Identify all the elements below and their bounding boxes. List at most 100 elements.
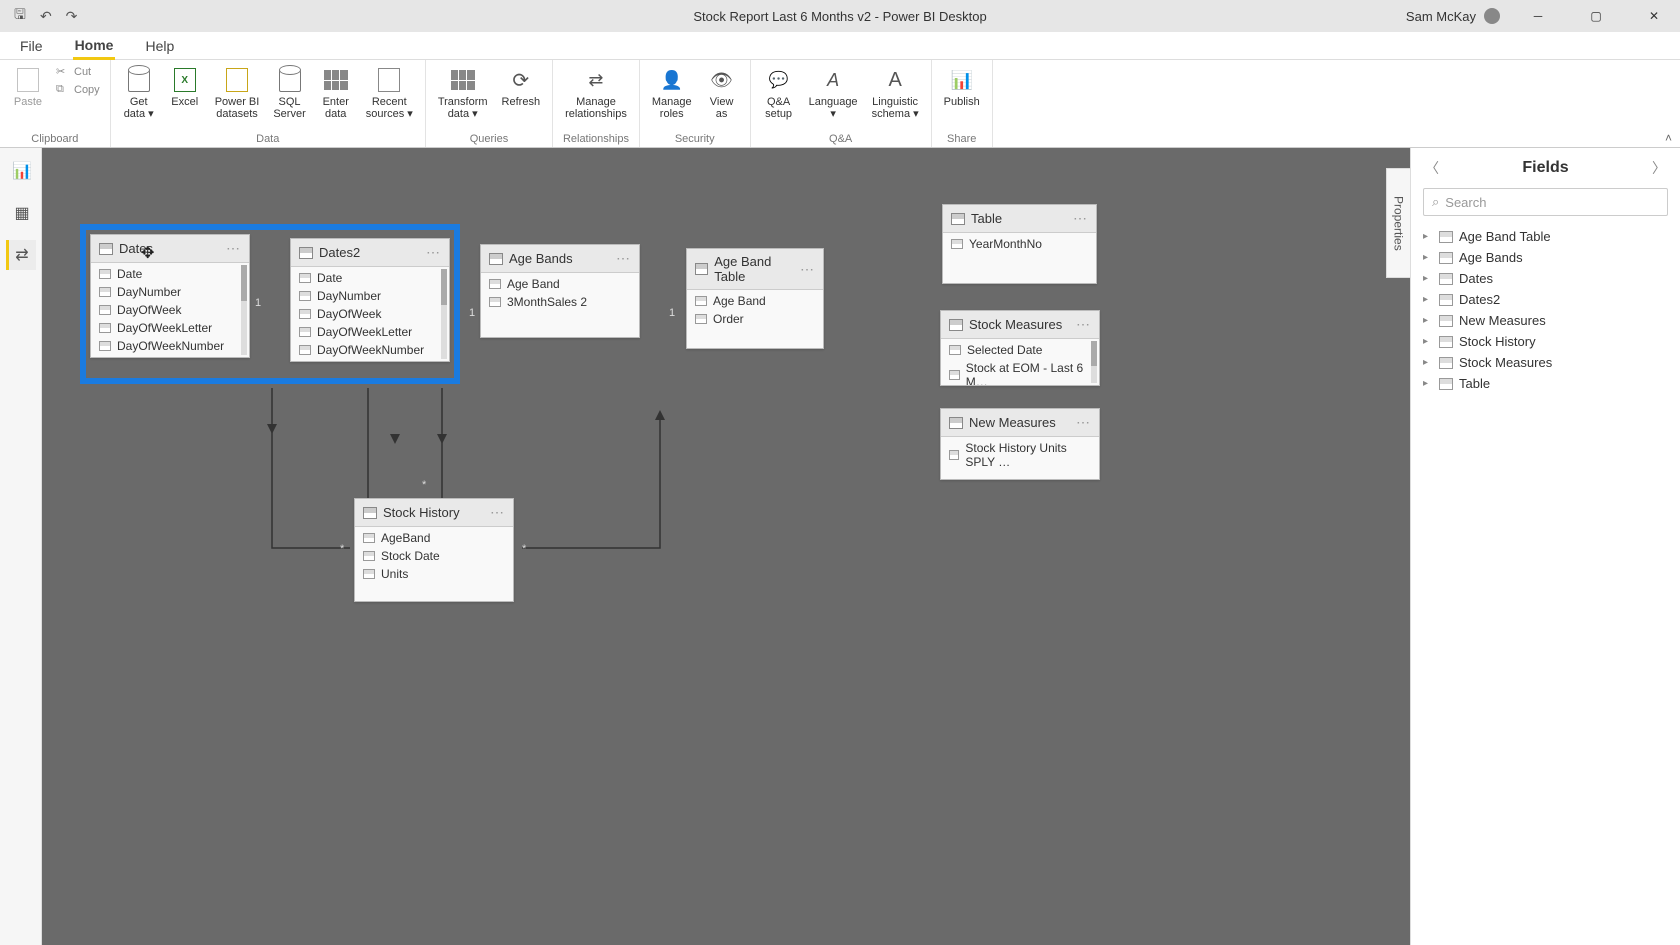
redo-icon[interactable]: ↷ — [66, 8, 78, 25]
language-button[interactable]: ALanguage ▾ — [805, 64, 862, 122]
manage-roles-button[interactable]: 👤Manage roles — [648, 64, 696, 122]
close-button[interactable]: ✕ — [1634, 0, 1674, 32]
more-icon[interactable]: ⋯ — [1073, 210, 1088, 227]
enter-data-button[interactable]: Enter data — [316, 64, 356, 122]
table-icon — [1439, 315, 1453, 327]
more-icon[interactable]: ⋯ — [1076, 414, 1091, 431]
paste-button[interactable]: Paste — [8, 64, 48, 110]
search-input[interactable]: ⌕ Search — [1423, 188, 1668, 216]
field-icon — [99, 323, 111, 333]
svg-text:1: 1 — [669, 307, 675, 319]
more-icon[interactable]: ⋯ — [226, 240, 241, 257]
properties-panel-toggle[interactable]: Properties — [1386, 168, 1410, 278]
save-icon[interactable]: 🖫 — [14, 4, 26, 28]
copy-button[interactable]: ⧉Copy — [54, 82, 102, 98]
pbi-datasets-button[interactable]: Power BI datasets — [211, 64, 264, 122]
fields-title: Fields — [1522, 159, 1568, 177]
table-icon — [363, 507, 377, 519]
svg-text:*: * — [522, 543, 527, 555]
field-icon — [695, 296, 707, 306]
table-icon — [951, 213, 965, 225]
group-relationships: Relationships — [563, 133, 629, 145]
field-icon — [299, 327, 311, 337]
manage-relationships-button[interactable]: ⇄Manage relationships — [561, 64, 631, 122]
field-icon — [363, 569, 375, 579]
field-icon — [99, 341, 111, 351]
fields-table-item[interactable]: ▸Stock History — [1417, 331, 1674, 352]
field-icon — [99, 305, 111, 315]
scrollbar[interactable] — [441, 269, 447, 359]
field-icon — [99, 287, 111, 297]
report-view-icon[interactable]: 📊 — [6, 156, 36, 186]
fields-table-item[interactable]: ▸Age Bands — [1417, 247, 1674, 268]
field-icon — [951, 239, 963, 249]
group-clipboard: Clipboard — [31, 133, 78, 145]
table-table[interactable]: Table⋯ YearMonthNo — [942, 204, 1097, 284]
more-icon[interactable]: ⋯ — [800, 261, 815, 278]
field-icon — [363, 551, 375, 561]
table-icon — [1439, 273, 1453, 285]
undo-icon[interactable]: ↶ — [40, 8, 52, 25]
table-icon — [949, 417, 963, 429]
data-view-icon[interactable]: ▦ — [6, 198, 36, 228]
sql-server-button[interactable]: SQL Server — [269, 64, 309, 122]
table-icon — [1439, 231, 1453, 243]
get-data-button[interactable]: Get data ▾ — [119, 64, 159, 122]
table-new-measures[interactable]: New Measures⋯ Stock History Units SPLY … — [940, 408, 1100, 480]
svg-text:*: * — [340, 543, 345, 555]
qa-setup-button[interactable]: 💬Q&A setup — [759, 64, 799, 122]
expand-fields-icon[interactable]: 〉 — [1652, 158, 1666, 178]
file-menu[interactable]: File — [18, 34, 45, 58]
tab-help[interactable]: Help — [143, 34, 176, 58]
group-qa: Q&A — [829, 133, 852, 145]
group-security: Security — [675, 133, 715, 145]
refresh-button[interactable]: ⟳Refresh — [498, 64, 545, 110]
table-dates[interactable]: Dates⋯ Date DayNumber DayOfWeek DayOfWee… — [90, 234, 250, 358]
scrollbar[interactable] — [1091, 341, 1097, 383]
fields-table-item[interactable]: ▸Age Band Table — [1417, 226, 1674, 247]
svg-text:1: 1 — [255, 297, 261, 309]
fields-table-item[interactable]: ▸Dates2 — [1417, 289, 1674, 310]
table-icon — [99, 243, 113, 255]
table-icon — [1439, 378, 1453, 390]
transform-data-button[interactable]: Transform data ▾ — [434, 64, 492, 122]
table-icon — [1439, 252, 1453, 264]
table-age-bands[interactable]: Age Bands⋯ Age Band 3MonthSales 2 — [480, 244, 640, 338]
fields-table-item[interactable]: ▸Stock Measures — [1417, 352, 1674, 373]
collapse-fields-icon[interactable]: 〈 — [1425, 158, 1439, 178]
model-canvas[interactable]: 1 * * 1 * 1 Dates⋯ — [42, 148, 1410, 945]
avatar[interactable] — [1484, 8, 1500, 24]
table-stock-history[interactable]: Stock History⋯ AgeBand Stock Date Units — [354, 498, 514, 602]
field-icon — [299, 309, 311, 319]
fields-pane: 〈 Fields 〉 ⌕ Search ▸Age Band Table ▸Age… — [1410, 148, 1680, 945]
collapse-ribbon-icon[interactable]: ˄ — [1665, 131, 1672, 145]
fields-table-item[interactable]: ▸Dates — [1417, 268, 1674, 289]
scrollbar[interactable] — [241, 265, 247, 355]
search-icon: ⌕ — [1432, 194, 1439, 210]
more-icon[interactable]: ⋯ — [616, 250, 631, 267]
table-icon — [695, 263, 708, 275]
table-icon — [1439, 336, 1453, 348]
table-stock-measures[interactable]: Stock Measures⋯ Selected Date Stock at E… — [940, 310, 1100, 386]
excel-button[interactable]: XExcel — [165, 64, 205, 110]
svg-text:*: * — [422, 479, 427, 491]
view-as-button[interactable]: 👁View as — [702, 64, 742, 122]
publish-button[interactable]: 📊Publish — [940, 64, 984, 110]
maximize-button[interactable]: ▢ — [1576, 0, 1616, 32]
table-icon — [1439, 294, 1453, 306]
field-icon — [299, 273, 311, 283]
linguistic-schema-button[interactable]: ALinguistic schema ▾ — [868, 64, 923, 122]
minimize-button[interactable]: ─ — [1518, 0, 1558, 32]
user-name[interactable]: Sam McKay — [1406, 9, 1476, 24]
table-dates2[interactable]: Dates2⋯ Date DayNumber DayOfWeek DayOfWe… — [290, 238, 450, 362]
more-icon[interactable]: ⋯ — [426, 244, 441, 261]
recent-sources-button[interactable]: Recent sources ▾ — [362, 64, 417, 122]
model-view-icon[interactable]: ⇄ — [6, 240, 36, 270]
tab-home[interactable]: Home — [73, 33, 116, 60]
fields-table-item[interactable]: ▸New Measures — [1417, 310, 1674, 331]
more-icon[interactable]: ⋯ — [490, 504, 505, 521]
table-age-band-table[interactable]: Age Band Table⋯ Age Band Order — [686, 248, 824, 349]
cut-button[interactable]: ✂Cut — [54, 64, 93, 80]
more-icon[interactable]: ⋯ — [1076, 316, 1091, 333]
fields-table-item[interactable]: ▸Table — [1417, 373, 1674, 394]
